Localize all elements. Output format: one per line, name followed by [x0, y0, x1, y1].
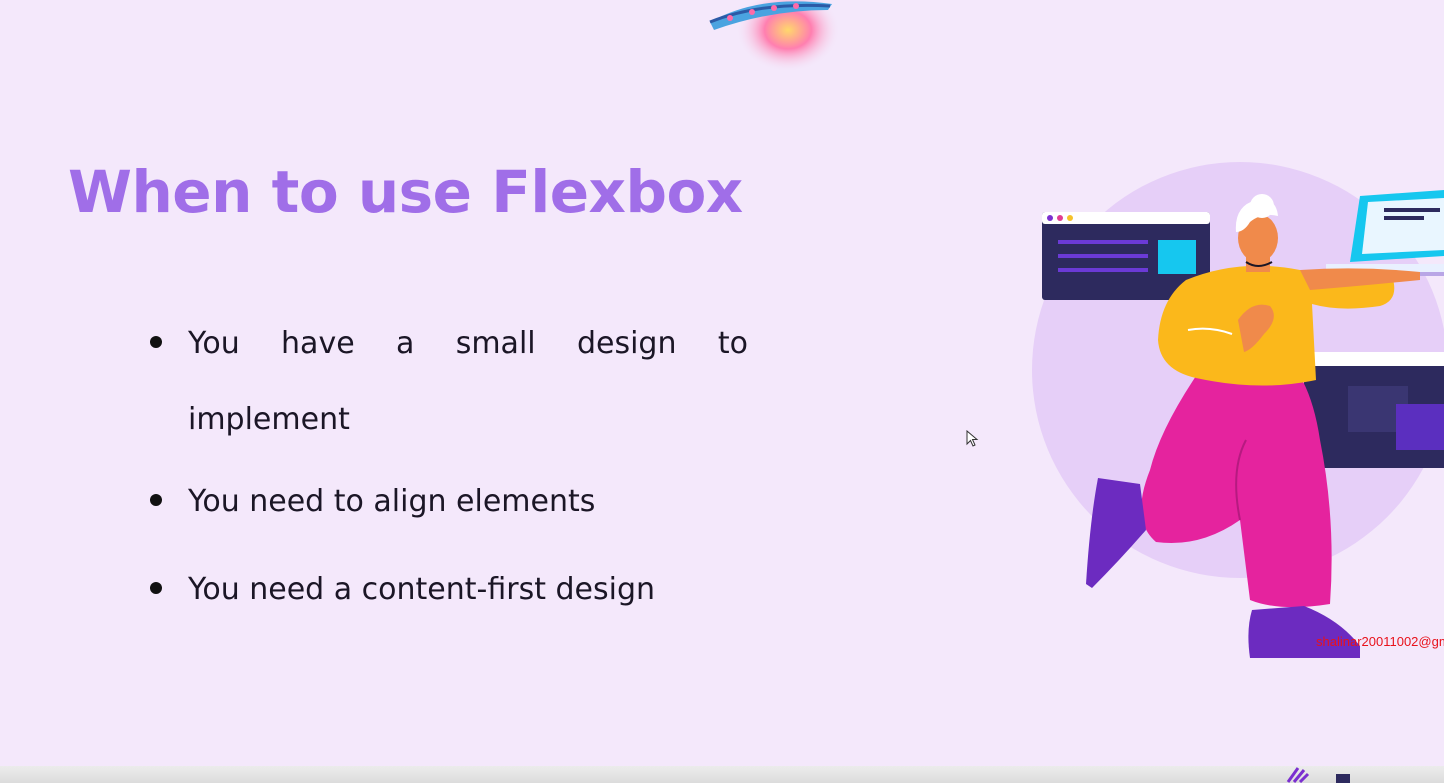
illustration-woman-laptop: [1032, 162, 1444, 658]
bottom-strip: [0, 766, 1444, 783]
presentation-slide: When to use Flexbox You have a small des…: [0, 0, 1444, 783]
mouse-pointer-icon: [966, 430, 979, 447]
brand-logo-icon: [1286, 767, 1350, 783]
watermark-text: shalinar20011002@gm: [1316, 634, 1444, 649]
